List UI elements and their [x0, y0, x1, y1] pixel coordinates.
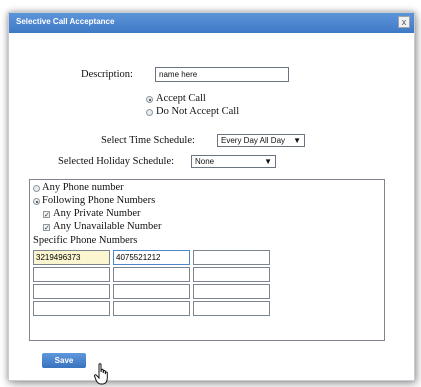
description-label: Description: — [81, 69, 133, 80]
do-not-accept-call-radio[interactable] — [146, 109, 153, 116]
phone-number-field[interactable] — [33, 267, 110, 282]
phone-number-field[interactable] — [113, 284, 190, 299]
any-phone-number-label: Any Phone number — [42, 182, 124, 193]
following-phone-numbers-label: Following Phone Numbers — [42, 195, 156, 206]
phone-number-field[interactable] — [193, 284, 270, 299]
phone-number-field[interactable] — [193, 267, 270, 282]
time-schedule-value: Every Day All Day — [221, 136, 286, 145]
any-phone-number-radio[interactable] — [33, 185, 40, 192]
save-button[interactable]: Save — [42, 353, 86, 368]
dialog-titlebar: Selective Call Acceptance x — [9, 13, 414, 33]
dialog-title: Selective Call Acceptance — [16, 17, 115, 26]
time-schedule-select[interactable]: Every Day All Day ▼ — [217, 134, 305, 147]
any-unavailable-number-label: Any Unavailable Number — [53, 221, 162, 232]
phone-number-field[interactable] — [113, 267, 190, 282]
chevron-down-icon: ▼ — [293, 136, 301, 145]
phone-number-field[interactable] — [33, 301, 110, 316]
holiday-schedule-label: Selected Holiday Schedule: — [58, 156, 175, 167]
phone-number-field[interactable] — [113, 250, 190, 265]
time-schedule-label: Select Time Schedule: — [101, 135, 195, 146]
accept-call-radio[interactable] — [146, 96, 153, 103]
hand-cursor-icon — [94, 363, 108, 385]
following-phone-numbers-radio[interactable] — [33, 198, 40, 205]
any-unavailable-number-checkbox[interactable]: ✓ — [43, 224, 50, 232]
selective-call-acceptance-dialog: Selective Call Acceptance x Description:… — [8, 12, 415, 385]
do-not-accept-call-label: Do Not Accept Call — [156, 106, 240, 117]
phone-number-field[interactable] — [113, 301, 190, 316]
specific-phone-numbers-label: Specific Phone Numbers — [33, 235, 138, 246]
close-icon[interactable]: x — [398, 16, 410, 28]
description-input[interactable] — [155, 67, 289, 82]
phone-number-field[interactable] — [33, 250, 110, 265]
holiday-schedule-value: None — [195, 157, 215, 166]
phone-number-field[interactable] — [193, 301, 270, 316]
phone-numbers-panel: Any Phone number Following Phone Numbers… — [29, 179, 385, 341]
chevron-down-icon: ▼ — [264, 157, 272, 166]
any-private-number-checkbox[interactable]: ✓ — [43, 211, 50, 219]
any-private-number-label: Any Private Number — [53, 208, 141, 219]
phone-number-field[interactable] — [33, 284, 110, 299]
accept-call-label: Accept Call — [156, 93, 206, 104]
specific-phone-numbers-grid — [33, 250, 270, 316]
holiday-schedule-select[interactable]: None ▼ — [191, 155, 276, 168]
phone-number-field[interactable] — [193, 250, 270, 265]
